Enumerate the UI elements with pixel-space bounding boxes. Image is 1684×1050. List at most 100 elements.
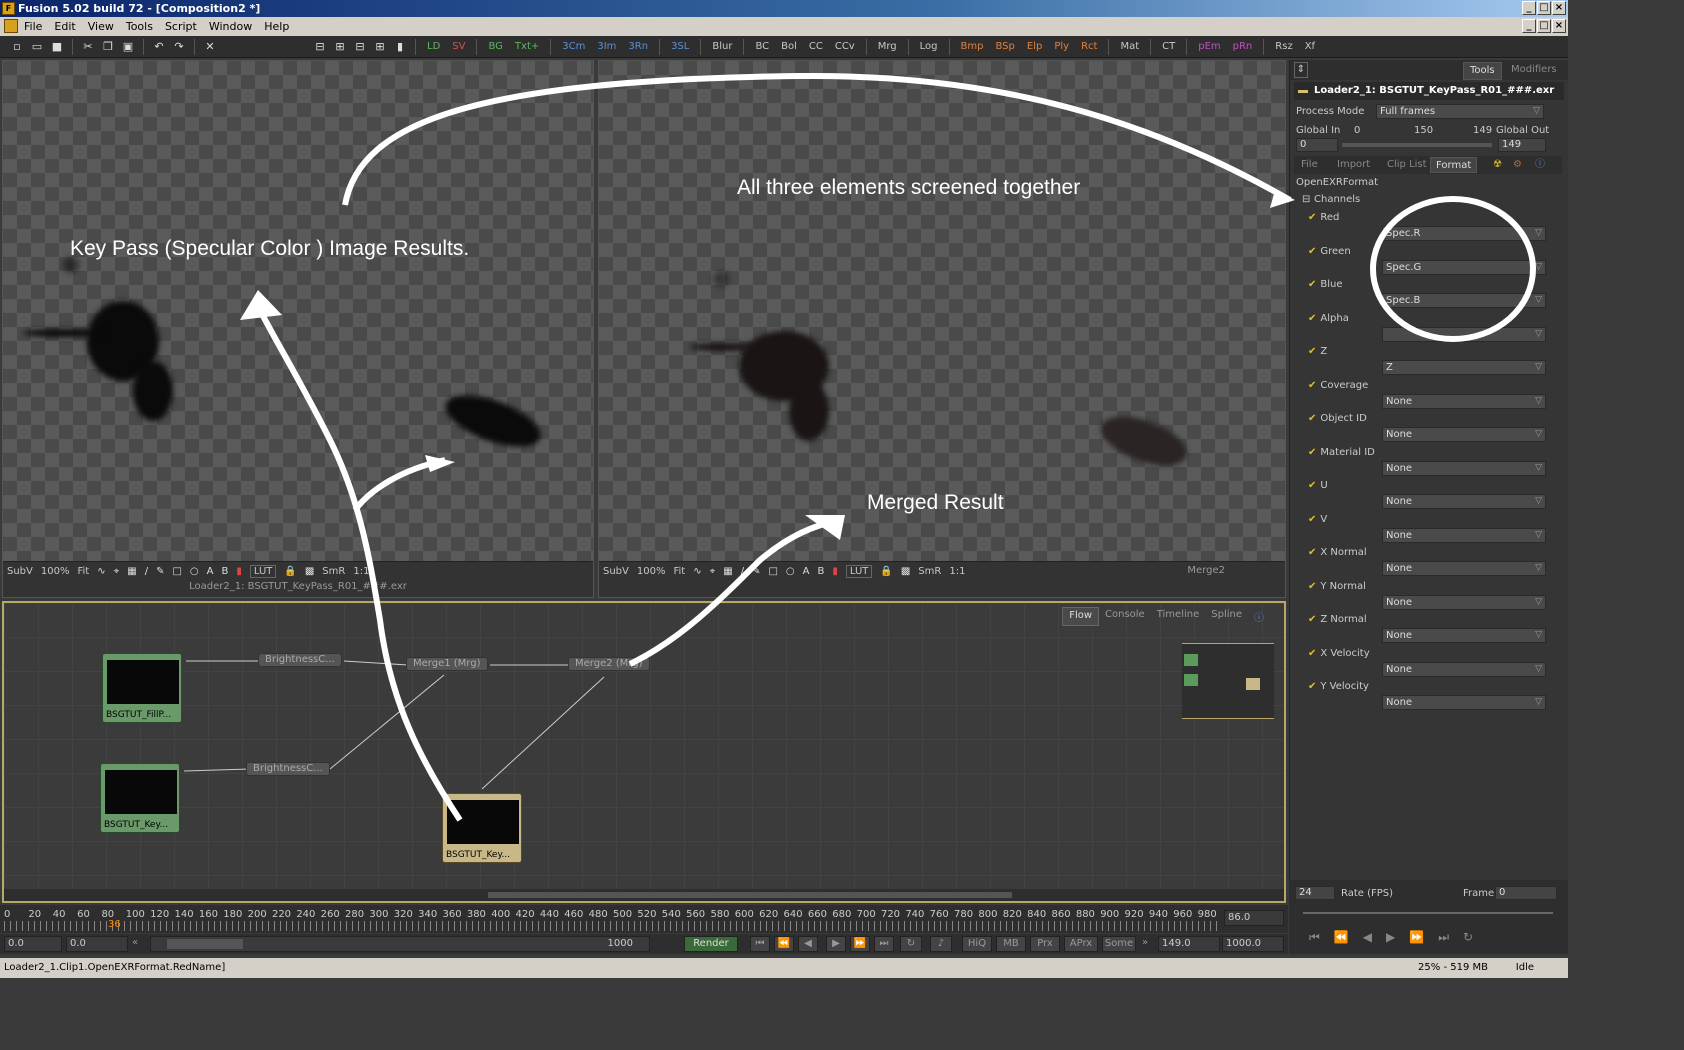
go-start-icon[interactable]: ⏮ <box>1309 930 1320 945</box>
tool-bg[interactable]: BG <box>483 39 507 55</box>
tool-bol[interactable]: Bol <box>776 39 802 55</box>
tool-bmp[interactable]: Bmp <box>956 39 989 55</box>
pointer-icon[interactable]: ✕ <box>201 39 219 55</box>
doc-minimize-button[interactable]: _ <box>1522 19 1536 33</box>
smr-button[interactable]: SmR <box>322 566 345 577</box>
brightness-contrast-node-1[interactable]: BrightnessC... <box>258 653 342 667</box>
right-viewer[interactable]: SubV 100% Fit ∿ ⌖ ▦ / ✎ □ ○ A B ▮ LUT 🔒 … <box>598 60 1286 598</box>
step-back-icon[interactable]: ⏪ <box>1334 930 1349 945</box>
menu-script[interactable]: Script <box>159 17 203 36</box>
step-forward-icon[interactable]: ⏩ <box>1409 930 1424 945</box>
loop-icon[interactable]: ↻ <box>1463 930 1473 945</box>
tool-sv[interactable]: SV <box>447 39 470 55</box>
rectangle-icon[interactable]: □ <box>768 566 777 577</box>
channel-checkbox[interactable]: ✔ Material ID <box>1308 447 1375 458</box>
channels-header[interactable]: Channels <box>1314 194 1360 205</box>
app-menu-icon[interactable] <box>4 19 18 33</box>
channel-select[interactable]: Spec.R <box>1382 226 1546 241</box>
fit-button[interactable]: Fit <box>673 566 685 577</box>
channel-select[interactable]: None <box>1382 427 1546 442</box>
ratio-button[interactable]: 1:1 <box>353 566 369 577</box>
tool-rct[interactable]: Rct <box>1076 39 1102 55</box>
audio-icon[interactable]: ♪ <box>930 936 952 952</box>
checker-icon[interactable]: ▩ <box>901 566 910 577</box>
channel-checkbox[interactable]: ✔ Blue <box>1308 279 1343 290</box>
fps-field[interactable]: 24 <box>1295 886 1335 900</box>
subtab-format[interactable]: Format <box>1430 157 1478 173</box>
current-time-field[interactable]: 149.0 <box>1158 936 1220 952</box>
step-back-icon[interactable]: ⏪ <box>774 936 794 952</box>
zoom-level[interactable]: 100% <box>41 566 70 577</box>
channel-select[interactable]: Spec.B <box>1382 293 1546 308</box>
info-icon[interactable]: ⓘ <box>1248 607 1270 626</box>
brush-icon[interactable]: / <box>145 566 148 577</box>
channel-checkbox[interactable]: ✔ X Normal <box>1308 547 1367 558</box>
menu-tools[interactable]: Tools <box>120 17 159 36</box>
info-icon[interactable]: ⓘ <box>1530 157 1550 173</box>
alpha-channel-icon[interactable]: A <box>207 566 214 577</box>
channel-checkbox[interactable]: ✔ Coverage <box>1308 380 1368 391</box>
layout-3-icon[interactable]: ⊟ <box>351 39 369 55</box>
tool-3cm[interactable]: 3Cm <box>557 39 590 55</box>
lut-button[interactable]: LUT <box>249 565 277 578</box>
b-channel-icon[interactable]: B <box>817 566 824 577</box>
channels-collapse-icon[interactable]: ⊟ <box>1302 194 1310 205</box>
play-back-icon[interactable]: ◀ <box>1363 930 1372 945</box>
open-icon[interactable]: ▭ <box>28 39 46 55</box>
flow-scrollbar[interactable] <box>4 889 1284 901</box>
tool-txt[interactable]: Txt+ <box>510 39 544 55</box>
tool-pem[interactable]: pEm <box>1193 39 1225 55</box>
doc-close-button[interactable]: × <box>1552 19 1566 33</box>
tool-cc[interactable]: CC <box>804 39 828 55</box>
tool-mat[interactable]: Mat <box>1115 39 1144 55</box>
aprx-toggle[interactable]: APrx <box>1064 936 1098 952</box>
channel-checkbox[interactable]: ✔ Z Normal <box>1308 614 1367 625</box>
channel-select[interactable]: None <box>1382 393 1546 409</box>
channel-select[interactable]: None <box>1382 695 1546 710</box>
tab-spline[interactable]: Spline <box>1205 607 1248 626</box>
paste-icon[interactable]: ▣ <box>119 39 137 55</box>
loader-key-pass-selected[interactable]: BSGTUT_Key... <box>442 793 522 863</box>
magic-wand-icon[interactable]: ✎ <box>752 566 760 577</box>
channel-checkbox[interactable]: ✔ Alpha <box>1308 313 1349 324</box>
subtab-import[interactable]: Import <box>1332 157 1375 173</box>
tool-ct[interactable]: CT <box>1157 39 1180 55</box>
curve-icon[interactable]: ∿ <box>693 566 701 577</box>
channel-checkbox[interactable]: ✔ U <box>1308 480 1328 491</box>
merge1-node[interactable]: Merge1 (Mrg) <box>406 657 488 671</box>
radioactive-icon[interactable]: ☢ <box>1488 157 1507 173</box>
time-end-field[interactable]: 86.0 <box>1224 910 1284 926</box>
gear-icon[interactable]: ⚙ <box>1508 157 1527 173</box>
tool-prn[interactable]: pRn <box>1228 39 1258 55</box>
tab-flow[interactable]: Flow <box>1062 607 1100 626</box>
circle-icon[interactable]: ○ <box>190 566 199 577</box>
lut-button[interactable]: LUT <box>845 565 873 578</box>
subtab-file[interactable]: File <box>1296 157 1323 173</box>
global-in-field[interactable]: 0 <box>1296 138 1338 152</box>
loop-icon[interactable]: ↻ <box>900 936 922 952</box>
play-reverse-icon[interactable]: ◀ <box>798 936 818 952</box>
channel-select[interactable]: None <box>1382 628 1546 643</box>
global-out-field[interactable]: 149 <box>1498 138 1546 152</box>
process-mode-select[interactable]: Full frames <box>1376 104 1544 119</box>
prx-toggle[interactable]: Prx <box>1030 936 1060 952</box>
time-ruler[interactable]: 0 20 40 60 80 100 120 140 160 180 200 220 240 260 280 3… <box>0 905 1288 933</box>
tool-log[interactable]: Log <box>915 39 943 55</box>
tool-bc[interactable]: BC <box>750 39 774 55</box>
fit-button[interactable]: Fit <box>77 566 89 577</box>
tool-xf[interactable]: Xf <box>1300 39 1320 55</box>
tool-elp[interactable]: Elp <box>1022 39 1047 55</box>
tool-3sl[interactable]: 3SL <box>666 39 694 55</box>
render-start-field[interactable]: 0.0 <box>66 936 128 952</box>
magic-wand-icon[interactable]: ✎ <box>156 566 164 577</box>
channel-checkbox[interactable]: ✔ Y Velocity <box>1308 681 1369 692</box>
global-end-field[interactable]: 1000.0 <box>1222 936 1284 952</box>
transform-icon[interactable]: ⌖ <box>114 566 120 577</box>
channel-select[interactable]: None <box>1382 527 1546 543</box>
render-button[interactable]: Render <box>684 936 738 952</box>
tool-bsp[interactable]: BSp <box>990 39 1019 55</box>
play-icon[interactable]: ▶ <box>826 936 846 952</box>
channel-checkbox[interactable]: ✔ Red <box>1308 212 1339 223</box>
smr-button[interactable]: SmR <box>918 566 941 577</box>
left-viewer[interactable]: SubV 100% Fit ∿ ⌖ ▦ / ✎ □ ○ A B ▮ LUT 🔒 … <box>2 60 594 598</box>
